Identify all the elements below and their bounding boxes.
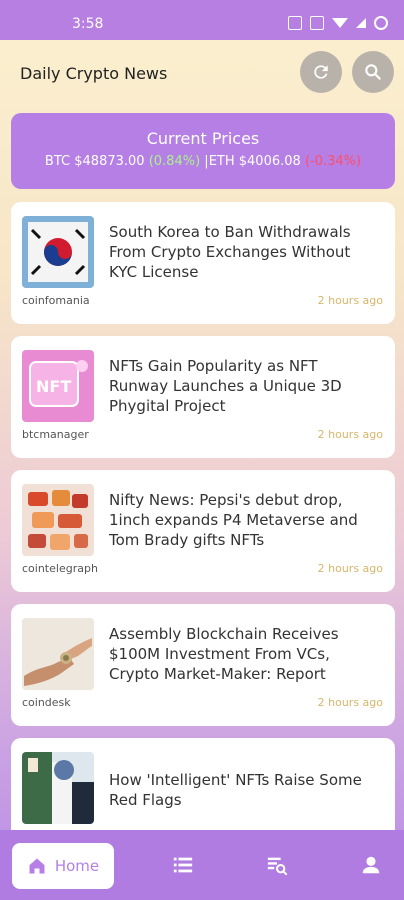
news-headline: Assembly Blockchain Receives $100M Inves… (109, 625, 339, 683)
news-card[interactable]: Nifty News: Pepsi's debut drop, 1inch ex… (11, 470, 395, 592)
battery-ring-icon (374, 16, 388, 30)
news-source: coinfomania (22, 294, 90, 307)
status-bar: 3:58 (0, 0, 404, 40)
search-list-icon (267, 857, 288, 876)
home-icon (29, 858, 45, 874)
eth-change: (-0.34%) (304, 154, 362, 169)
nft-thumb-text: NFT (36, 377, 71, 396)
news-time: 2 hours ago (317, 428, 383, 441)
btc-change: (0.84%) (148, 154, 201, 169)
sim-icon (310, 16, 324, 30)
list-icon (173, 857, 193, 873)
prices-row: BTC $48873.00 (0.84%) |ETH $4006.08 (-0.… (11, 154, 395, 169)
search-icon (365, 64, 381, 80)
current-prices-panel: Current Prices BTC $48873.00 (0.84%) |ET… (11, 113, 395, 189)
news-time: 2 hours ago (317, 294, 383, 307)
news-card[interactable]: Assembly Blockchain Receives $100M Inves… (11, 604, 395, 726)
news-thumbnail: NFT (22, 350, 94, 422)
news-source: coindesk (22, 696, 71, 709)
nav-home-label: Home (54, 857, 100, 875)
nav-profile-button[interactable] (360, 854, 382, 876)
data-icon (288, 16, 302, 30)
status-icons (288, 16, 388, 30)
bottom-navigation: Home (0, 830, 404, 900)
news-time: 2 hours ago (317, 696, 383, 709)
news-thumbnail (22, 484, 94, 556)
news-card[interactable]: South Korea to Ban Withdrawals From Cryp… (11, 202, 395, 324)
news-source: cointelegraph (22, 562, 98, 575)
nav-search-button[interactable] (266, 854, 288, 876)
news-time: 2 hours ago (317, 562, 383, 575)
news-card[interactable]: How 'Intelligent' NFTs Raise Some Red Fl… (11, 738, 395, 838)
news-headline: How 'Intelligent' NFTs Raise Some Red Fl… (109, 771, 362, 809)
news-thumbnail (22, 216, 94, 288)
refresh-button[interactable] (300, 51, 342, 93)
nav-home-button[interactable]: Home (12, 843, 114, 889)
person-icon (362, 856, 380, 874)
signal-icon (356, 18, 366, 28)
news-thumbnail (22, 752, 94, 824)
nav-list-button[interactable] (172, 854, 194, 876)
app-title: Daily Crypto News (20, 64, 168, 83)
news-source: btcmanager (22, 428, 89, 441)
btc-label: BTC (44, 154, 71, 169)
eth-value: $4006.08 (238, 154, 301, 169)
btc-value: $48873.00 (74, 154, 145, 169)
search-button[interactable] (352, 51, 394, 93)
news-thumbnail (22, 618, 94, 690)
app-header: Daily Crypto News (0, 40, 404, 102)
prices-label: Current Prices (146, 129, 260, 148)
news-headline: NFTs Gain Popularity as NFT Runway Launc… (109, 357, 342, 415)
news-card[interactable]: NFT NFTs Gain Popularity as NFT Runway L… (11, 336, 395, 458)
status-time: 3:58 (72, 16, 104, 32)
refresh-icon (314, 65, 328, 79)
news-headline: South Korea to Ban Withdrawals From Cryp… (109, 223, 351, 281)
eth-label: ETH (208, 154, 235, 169)
news-headline: Nifty News: Pepsi's debut drop, 1inch ex… (109, 491, 358, 549)
wifi-icon (332, 18, 348, 28)
